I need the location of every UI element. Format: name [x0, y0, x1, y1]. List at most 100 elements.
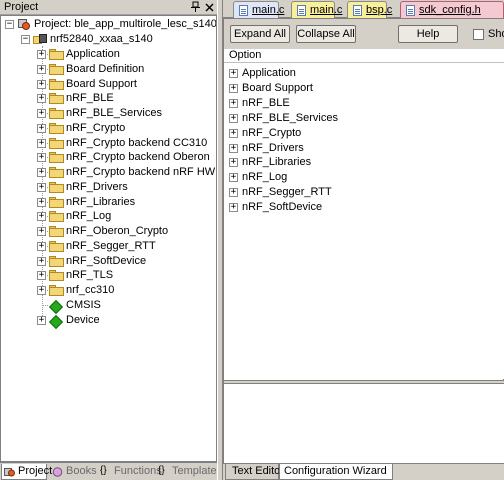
expand-toggle[interactable]: + [37, 198, 46, 207]
tree-group[interactable]: + nRF_Oberon_Crypto [1, 224, 216, 240]
tree-group-label: nRF_Log [66, 210, 112, 222]
expand-toggle[interactable]: + [229, 173, 238, 182]
project-tab-icon [4, 467, 15, 477]
pin-icon[interactable] [190, 1, 201, 13]
expand-toggle[interactable]: + [37, 124, 46, 133]
expand-toggle[interactable]: + [37, 316, 46, 325]
file-tabs: main.c main.c bsp.c sdk_config.h [223, 0, 504, 18]
option-row[interactable]: + nRF_Crypto [224, 126, 504, 141]
file-tab-main-c[interactable]: main.c [233, 1, 284, 18]
tree-target[interactable]: − nrf52840_xxaa_s140 [1, 32, 216, 48]
option-row[interactable]: + nRF_Drivers [224, 141, 504, 156]
expand-toggle[interactable]: + [229, 203, 238, 212]
tree-group[interactable]: + nRF_Crypto [1, 121, 216, 137]
expand-toggle[interactable]: + [37, 257, 46, 266]
option-row[interactable]: + Board Support [224, 81, 504, 96]
expand-toggle[interactable]: + [37, 286, 46, 295]
tree-group[interactable]: + Board Definition [1, 62, 216, 78]
expand-toggle[interactable]: + [229, 99, 238, 108]
expand-toggle[interactable]: + [37, 139, 46, 148]
tree-component[interactable]: CMSIS [1, 298, 216, 314]
tab-books[interactable]: Books [50, 464, 97, 480]
option-row[interactable]: + Application [224, 66, 504, 81]
option-row[interactable]: + nRF_Segger_RTT [224, 185, 504, 200]
folder-icon [49, 197, 64, 208]
tree-project-root[interactable]: − Project: ble_app_multirole_lesc_s140_p… [1, 17, 216, 33]
tree-group[interactable]: + nRF_Crypto backend Oberon [1, 150, 216, 166]
file-tab-sdk-config-h[interactable]: sdk_config.h [400, 1, 504, 18]
folder-icon [49, 285, 64, 296]
expand-toggle[interactable]: + [37, 109, 46, 118]
functions-tab-icon: {} [100, 465, 107, 476]
collapse-all-button[interactable]: Collapse All [296, 25, 356, 43]
tab-templates[interactable]: {} Templates [156, 464, 222, 480]
collapse-toggle[interactable]: − [5, 20, 14, 29]
c-file-icon [353, 5, 362, 16]
tab-project[interactable]: Project [1, 464, 52, 480]
expand-toggle[interactable]: + [37, 65, 46, 74]
tree-group-label: nRF_Crypto backend Oberon [66, 151, 210, 163]
expand-toggle[interactable]: + [37, 242, 46, 251]
project-tree: − Project: ble_app_multirole_lesc_s140_p… [0, 15, 217, 462]
expand-toggle[interactable]: + [37, 80, 46, 89]
option-row[interactable]: + nRF_Libraries [224, 155, 504, 170]
folder-icon [49, 226, 64, 237]
folder-icon [49, 182, 64, 193]
tab-text-editor[interactable]: Text Editor [225, 464, 284, 480]
file-tab-bsp-c[interactable]: bsp.c [347, 1, 392, 18]
option-label: nRF_Segger_RTT [242, 186, 332, 198]
expand-toggle[interactable]: + [229, 158, 238, 167]
expand-toggle[interactable]: + [229, 144, 238, 153]
file-tab-label: main.c [252, 4, 285, 16]
option-label: nRF_Crypto [242, 127, 302, 139]
file-tab-main-c-2[interactable]: main.c [291, 1, 342, 18]
expand-toggle[interactable]: + [37, 227, 46, 236]
expand-all-button[interactable]: Expand All [230, 25, 290, 43]
option-label: nRF_Drivers [242, 142, 304, 154]
option-row[interactable]: + nRF_BLE_Services [224, 111, 504, 126]
tree-group[interactable]: + nRF_TLS [1, 268, 216, 284]
expand-toggle[interactable]: + [37, 153, 46, 162]
option-row[interactable]: + nRF_BLE [224, 96, 504, 111]
close-icon[interactable] [204, 1, 215, 13]
tree-group[interactable]: + Application [1, 47, 216, 63]
tab-configuration-wizard[interactable]: Configuration Wizard [279, 464, 393, 480]
folder-icon [49, 167, 64, 178]
tree-group[interactable]: + nRF_Crypto backend nRF HW [1, 165, 216, 181]
expand-toggle[interactable]: + [37, 212, 46, 221]
component-diamond-icon [49, 300, 61, 312]
tree-group-label: Application [66, 48, 120, 60]
collapse-toggle[interactable]: − [21, 35, 30, 44]
tree-component[interactable]: + Device [1, 313, 216, 329]
description-panel [224, 384, 504, 463]
expand-toggle[interactable]: + [37, 183, 46, 192]
tab-functions[interactable]: {} Functions [98, 464, 162, 480]
folder-icon [49, 108, 64, 119]
tree-group[interactable]: + nRF_Log [1, 209, 216, 225]
expand-toggle[interactable]: + [37, 271, 46, 280]
folder-icon [49, 64, 64, 75]
option-row[interactable]: + nRF_SoftDevice [224, 200, 504, 215]
tree-group[interactable]: + nRF_BLE_Services [1, 106, 216, 122]
show-checkbox[interactable] [473, 29, 484, 40]
file-tab-label: main.c [310, 4, 343, 16]
expand-toggle[interactable]: + [229, 69, 238, 78]
expand-toggle[interactable]: + [37, 50, 46, 59]
expand-toggle[interactable]: + [229, 129, 238, 138]
target-label: nrf52840_xxaa_s140 [50, 33, 153, 45]
expand-toggle[interactable]: + [37, 94, 46, 103]
tree-group[interactable]: + nrf_cc310 [1, 283, 216, 299]
project-icon [17, 18, 31, 31]
folder-icon [49, 79, 64, 90]
folder-icon [49, 270, 64, 281]
expand-toggle[interactable]: + [37, 168, 46, 177]
tree-group-label: nRF_BLE [66, 92, 114, 104]
expand-toggle[interactable]: + [229, 84, 238, 93]
expand-toggle[interactable]: + [229, 114, 238, 123]
tree-group[interactable]: + nRF_Segger_RTT [1, 239, 216, 255]
expand-toggle[interactable]: + [229, 188, 238, 197]
help-button[interactable]: Help [398, 25, 458, 43]
option-row[interactable]: + nRF_Log [224, 170, 504, 185]
tree-group[interactable]: + nRF_BLE [1, 91, 216, 107]
tree-group[interactable]: + nRF_Drivers [1, 180, 216, 196]
